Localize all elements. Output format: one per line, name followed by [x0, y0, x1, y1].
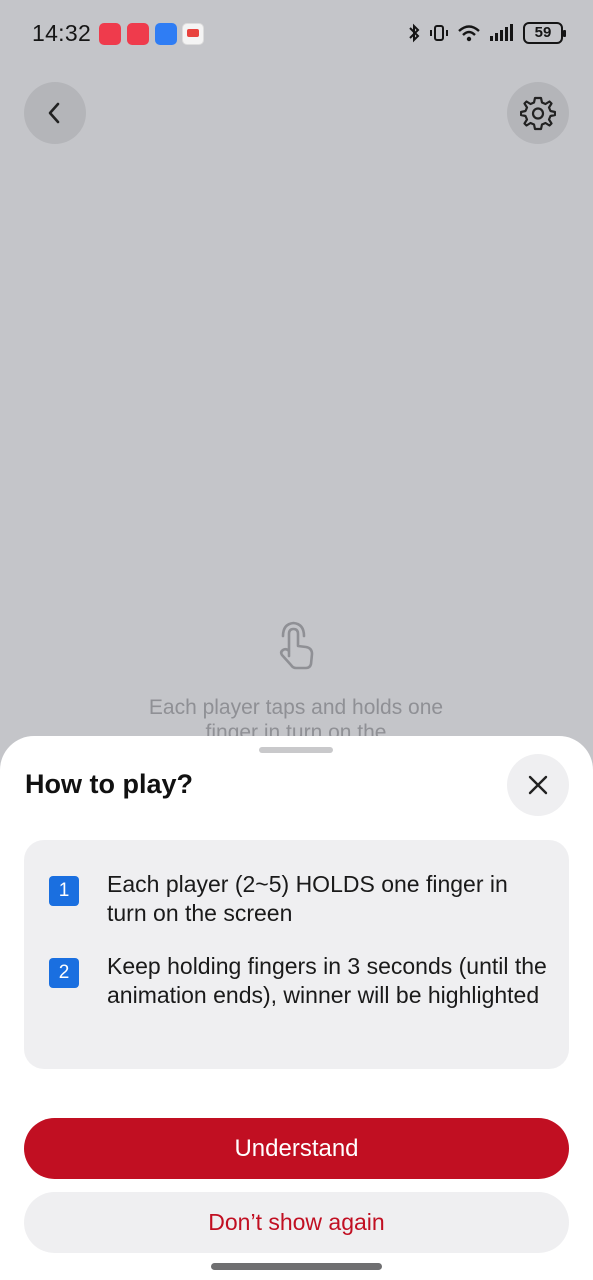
chevron-left-icon: [48, 102, 60, 124]
vibrate-icon: [430, 25, 448, 41]
how-to-play-sheet: How to play? 1 Each player (2~5) HOLDS o…: [0, 736, 593, 1280]
battery-level: 59: [534, 24, 552, 41]
dont-show-again-button[interactable]: Don’t show again: [24, 1192, 569, 1253]
status-bar: 14:32 59: [0, 0, 593, 70]
wifi-icon: [458, 25, 480, 42]
drag-handle[interactable]: [259, 747, 333, 753]
step-number-badge: 2: [49, 958, 79, 988]
step-text: Keep holding fingers in 3 seconds (until…: [107, 953, 547, 1008]
signal-icon: [490, 24, 513, 41]
close-icon: [528, 775, 548, 795]
back-button[interactable]: [24, 82, 86, 144]
instructions-box: 1 Each player (2~5) HOLDS one finger in …: [24, 840, 569, 1069]
step-text: Each player (2~5) HOLDS one finger in tu…: [107, 871, 508, 926]
home-indicator[interactable]: [211, 1263, 382, 1270]
settings-button[interactable]: [507, 82, 569, 144]
understand-button[interactable]: Understand: [24, 1118, 569, 1179]
app-gallery-icon: [127, 23, 149, 45]
sheet-title: How to play?: [25, 769, 193, 799]
status-time: 14:32: [32, 20, 92, 46]
red-app-icon: [182, 23, 204, 45]
step-number-badge: 1: [49, 876, 79, 906]
gear-icon: [520, 96, 556, 131]
missed-call-icon: [99, 23, 121, 45]
close-button[interactable]: [507, 754, 569, 816]
system-icons: 59: [407, 22, 566, 44]
bluetooth-icon: [409, 23, 420, 43]
blue-app-icon: [155, 23, 177, 45]
tap-hold-icon: [279, 621, 314, 670]
battery-icon: 59: [523, 22, 566, 44]
